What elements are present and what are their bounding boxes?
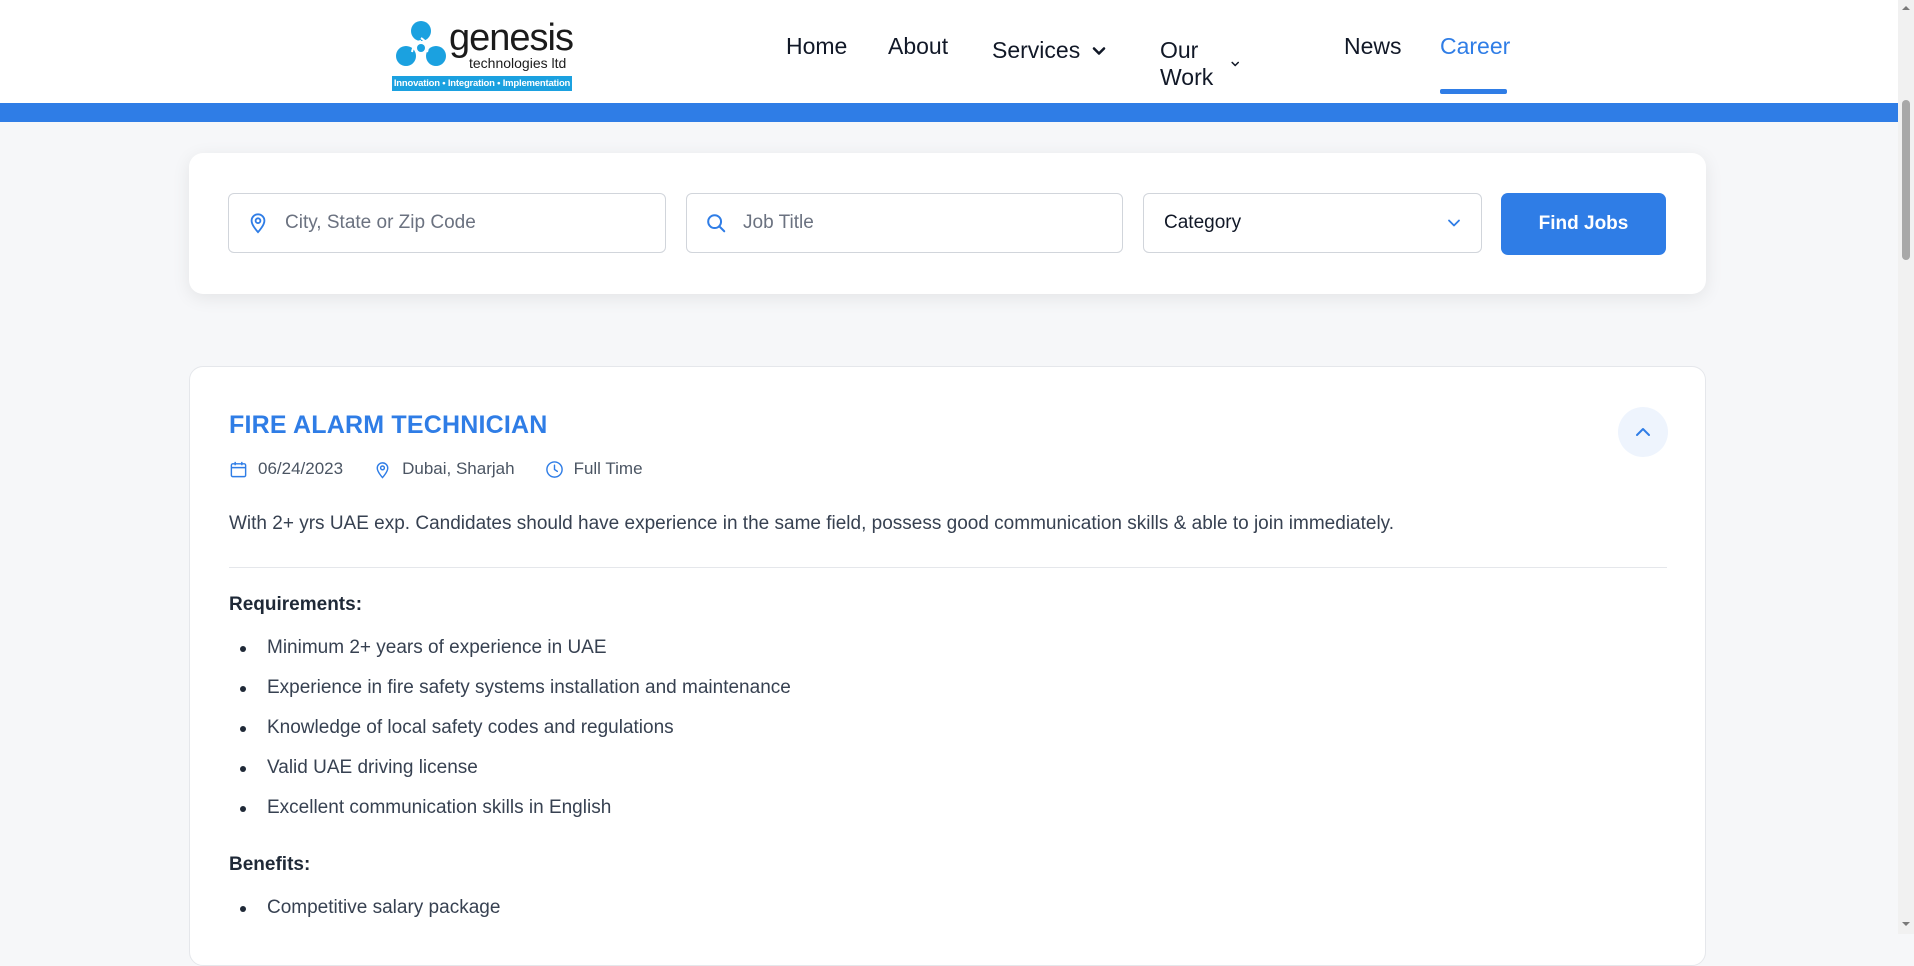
divider: [229, 567, 1667, 568]
logo-subtitle: technologies ltd: [469, 55, 567, 71]
job-type: Full Time: [545, 459, 643, 479]
list-item: Knowledge of local safety codes and regu…: [229, 708, 791, 748]
list-item: Competitive salary package: [229, 888, 500, 928]
logo-mark-icon: [396, 21, 446, 66]
job-date-value: 06/24/2023: [258, 459, 344, 478]
nav-news[interactable]: News: [1344, 33, 1402, 60]
nav-services[interactable]: Services: [992, 37, 1106, 64]
scroll-down-arrow-icon[interactable]: [1902, 920, 1910, 928]
nav-about-label: About: [888, 33, 949, 59]
list-item: Experience in fire safety systems instal…: [229, 668, 791, 708]
job-description: With 2+ yrs UAE exp. Candidates should h…: [229, 513, 1395, 534]
site-header: genesis technologies ltd Innovation • In…: [0, 0, 1898, 103]
job-title-input[interactable]: [741, 211, 1122, 235]
nav-active-indicator: [1440, 89, 1507, 94]
scroll-up-arrow-icon[interactable]: [1902, 4, 1910, 12]
nav-career-label: Career: [1440, 33, 1511, 59]
list-item: Excellent communication skills in Englis…: [229, 788, 791, 828]
scrollbar-thumb[interactable]: [1902, 100, 1910, 260]
chevron-down-icon: [1448, 219, 1460, 227]
chevron-up-icon: [1636, 428, 1650, 436]
category-selected-value: Category: [1164, 212, 1242, 233]
job-meta: 06/24/2023 Dubai, Sharjah Full Time: [229, 459, 643, 479]
map-pin-icon: [250, 213, 266, 234]
job-location: Dubai, Sharjah: [373, 459, 515, 479]
map-pin-icon: [376, 461, 389, 479]
job-search-panel: Category Find Jobs: [189, 153, 1706, 294]
location-field[interactable]: [228, 193, 666, 253]
benefits-list: Competitive salary package: [229, 888, 500, 928]
logo-tagline: Innovation • Integration • Implementatio…: [392, 76, 572, 91]
job-title-field[interactable]: [686, 193, 1123, 253]
nav-home[interactable]: Home: [786, 33, 847, 60]
job-title[interactable]: FIRE ALARM TECHNICIAN: [229, 411, 548, 440]
job-type-value: Full Time: [573, 459, 643, 478]
calendar-icon: [230, 461, 247, 477]
find-jobs-button[interactable]: Find Jobs: [1501, 193, 1666, 255]
list-item: Valid UAE driving license: [229, 748, 791, 788]
search-icon: [707, 214, 726, 233]
category-select[interactable]: Category: [1143, 193, 1482, 253]
chevron-down-icon: [1231, 61, 1239, 67]
nav-career[interactable]: Career: [1440, 33, 1510, 60]
collapse-job-button[interactable]: [1618, 407, 1668, 457]
logo-wordmark: genesis: [449, 17, 574, 59]
job-location-value: Dubai, Sharjah: [402, 459, 515, 478]
nav-our-work[interactable]: Our Work: [1160, 37, 1239, 91]
job-date: 06/24/2023: [229, 459, 343, 479]
nav-our-work-label: Our Work: [1160, 37, 1214, 90]
requirements-list: Minimum 2+ years of experience in UAE Ex…: [229, 628, 791, 828]
benefits-heading: Benefits:: [229, 854, 311, 875]
nav-services-label: Services: [992, 37, 1081, 63]
page-scrollbar[interactable]: [1898, 0, 1914, 934]
list-item: Minimum 2+ years of experience in UAE: [229, 628, 791, 668]
clock-icon: [545, 460, 563, 478]
nav-news-label: News: [1344, 33, 1402, 59]
logo[interactable]: genesis technologies ltd Innovation • In…: [392, 18, 574, 94]
chevron-down-icon: [1092, 46, 1106, 55]
location-input[interactable]: [283, 211, 665, 235]
nav-about[interactable]: About: [888, 33, 948, 60]
requirements-heading: Requirements:: [229, 594, 363, 615]
header-accent-band: [0, 103, 1898, 122]
job-listing-card: FIRE ALARM TECHNICIAN 06/24/2023 Dubai, …: [189, 366, 1706, 966]
nav-home-label: Home: [786, 33, 848, 59]
